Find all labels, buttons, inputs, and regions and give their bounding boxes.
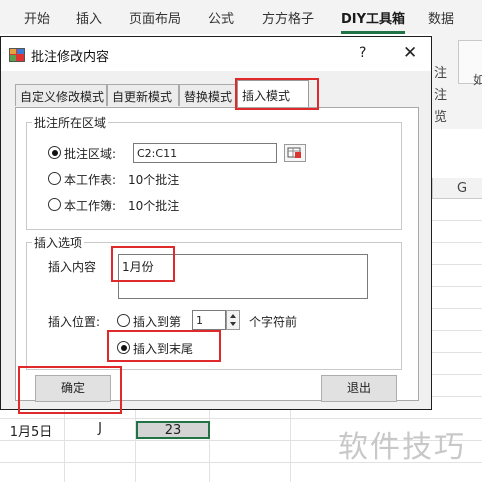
ribbon-fragment-text: 注	[434, 88, 448, 103]
ribbon-tab-formulas[interactable]: 公式	[208, 8, 234, 27]
range-picker-button[interactable]	[284, 144, 306, 162]
column-header-g[interactable]: G	[432, 178, 482, 199]
char-position-input[interactable]: 1	[192, 310, 226, 330]
ribbon-tab-insert[interactable]: 插入	[76, 8, 102, 27]
dialog-titlebar[interactable]: 批注修改内容 ? ✕	[1, 37, 431, 71]
ribbon-tab-diy-toolbox[interactable]: DIY工具箱	[341, 8, 406, 34]
range-select-icon	[287, 147, 301, 158]
gridline	[0, 418, 482, 419]
tab-replace[interactable]: 替换模式	[179, 84, 237, 106]
radio-insert-at-end[interactable]	[117, 341, 130, 354]
tab-custom-modify[interactable]: 自定义修改模式	[15, 84, 107, 106]
ribbon-partial-button[interactable]: 如	[458, 40, 482, 87]
cell-letter[interactable]: J	[66, 421, 134, 439]
cell-date[interactable]: 1月5日	[0, 421, 62, 440]
app-icon	[9, 48, 25, 62]
insert-options-label: 插入选项	[32, 234, 85, 251]
tab-self-update[interactable]: 自更新模式	[107, 84, 179, 106]
radio-insert-at-position[interactable]	[117, 314, 130, 327]
chars-before-label: 个字符前	[249, 315, 298, 329]
ribbon-tab-page-layout[interactable]: 页面布局	[129, 8, 181, 27]
insert-mode-panel: 批注所在区域 批注区域: C2:C11 本工作表: 10个批注 本工作簿: 10…	[15, 107, 419, 401]
tab-insert-mode[interactable]: 插入模式	[237, 80, 309, 107]
comment-edit-dialog: 批注修改内容 ? ✕ 自定义修改模式 自更新模式 替换模式 插入模式 批注所在区…	[0, 36, 432, 410]
ribbon-tab-home[interactable]: 开始	[24, 8, 50, 27]
insert-content-label: 插入内容	[48, 260, 97, 274]
radio-this-workbook[interactable]	[48, 198, 61, 211]
radio-comment-range[interactable]	[48, 146, 61, 159]
ribbon-tab-fangfang[interactable]: 方方格子	[262, 8, 314, 27]
char-position-spinner[interactable]	[226, 310, 240, 330]
comment-range-input[interactable]: C2:C11	[133, 143, 277, 163]
radio-this-sheet[interactable]	[48, 172, 61, 185]
spinner-arrows-icon	[230, 314, 236, 326]
insert-position-label: 插入位置:	[48, 315, 101, 329]
cell-selected[interactable]: 23	[136, 421, 210, 439]
column-header-label: G	[457, 181, 468, 196]
ribbon: 开始 插入 页面布局 公式 方方格子 DIY工具箱 数据	[0, 0, 482, 35]
insert-at-end-label: 插入到末尾	[133, 342, 194, 356]
gridline	[290, 410, 291, 482]
this-sheet-label: 本工作表:	[64, 173, 117, 187]
insert-content-input[interactable]: 1月份	[118, 254, 368, 299]
gridline	[64, 410, 65, 482]
this-workbook-label: 本工作簿:	[64, 199, 117, 213]
ribbon-fragment-text: 注	[434, 66, 448, 81]
comment-range-label: 批注区域:	[64, 147, 117, 161]
this-sheet-count: 10个批注	[128, 173, 180, 187]
this-workbook-count: 10个批注	[128, 199, 180, 213]
insert-at-position-label: 插入到第	[133, 315, 182, 329]
ribbon-tab-data[interactable]: 数据	[428, 8, 454, 27]
ribbon-fragment-text: 览	[434, 110, 448, 125]
watermark-text: 软件技巧	[338, 430, 466, 465]
close-icon[interactable]: ✕	[403, 43, 417, 63]
ribbon-fragment-text: 如	[473, 73, 482, 87]
exit-button[interactable]: 退出	[321, 375, 397, 402]
help-icon[interactable]: ?	[359, 45, 366, 61]
area-group-label: 批注所在区域	[32, 114, 109, 131]
ok-button[interactable]: 确定	[35, 375, 111, 402]
dialog-title: 批注修改内容	[31, 50, 110, 65]
